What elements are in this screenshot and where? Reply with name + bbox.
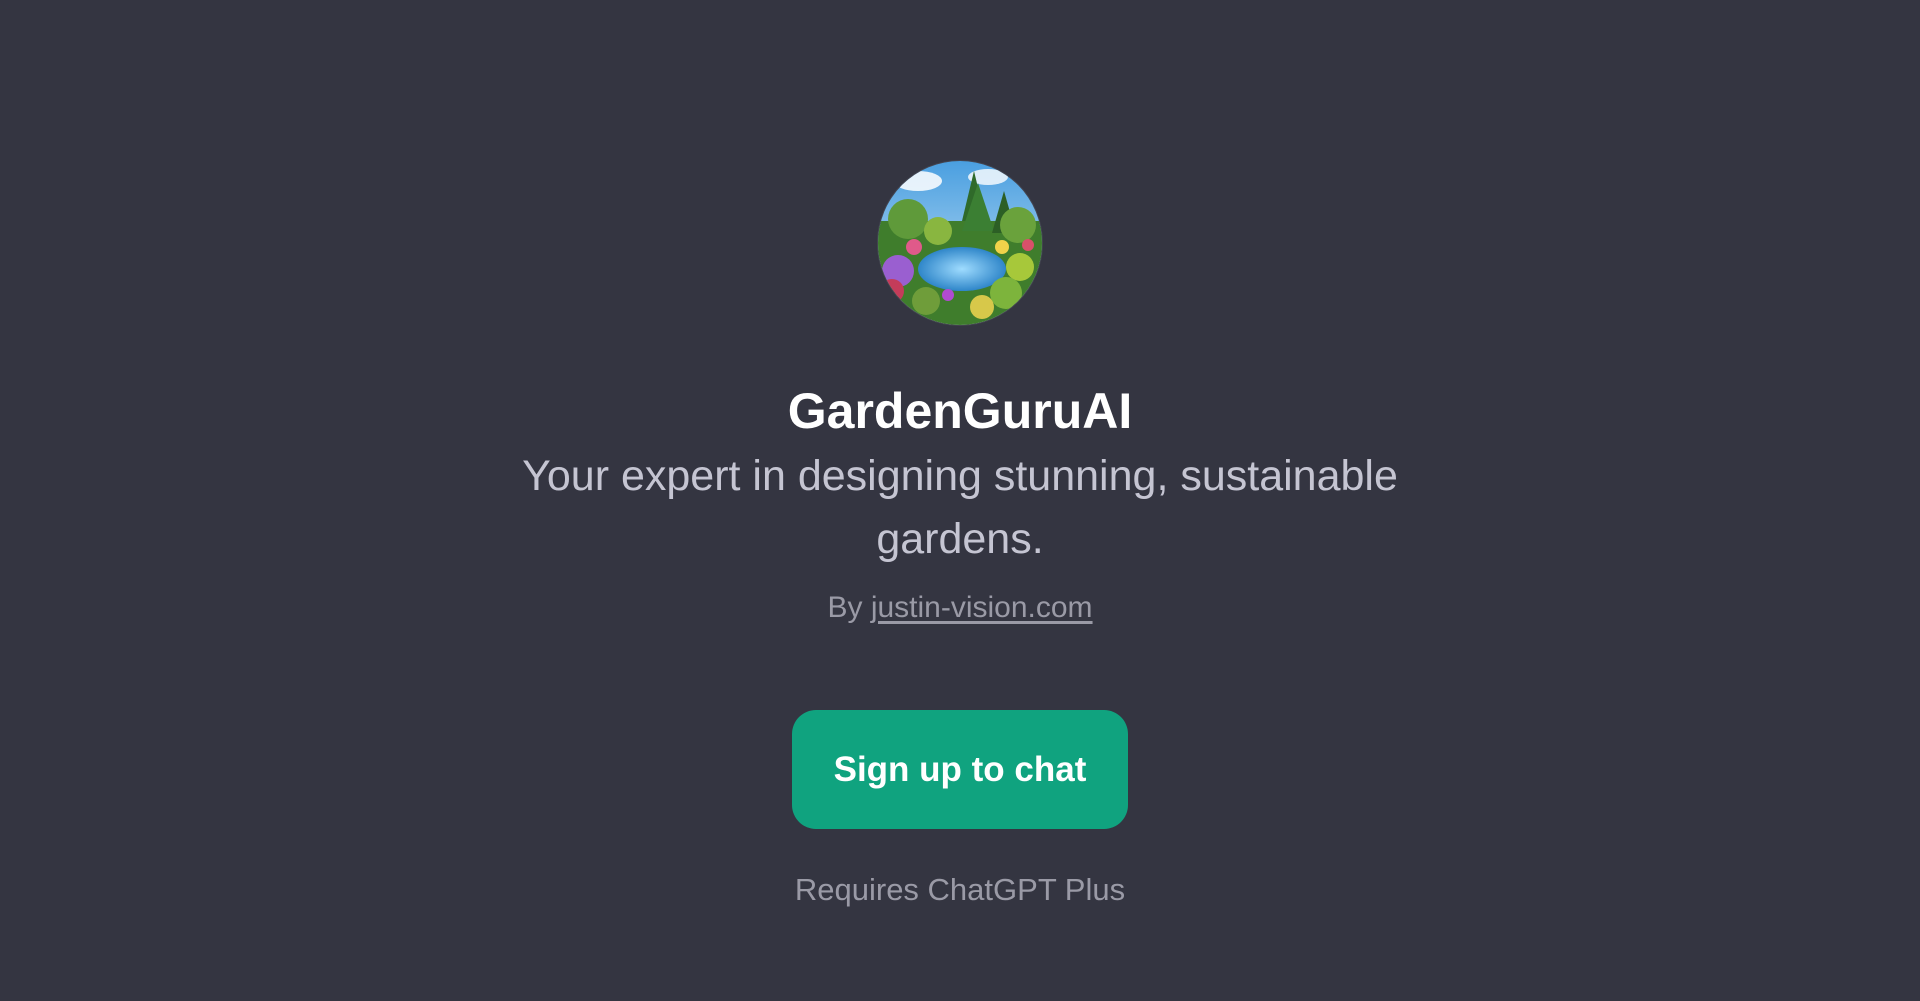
gpt-title: GardenGuruAI bbox=[787, 383, 1133, 439]
signup-button[interactable]: Sign up to chat bbox=[792, 710, 1128, 829]
author-prefix: By bbox=[827, 591, 863, 624]
garden-pond-icon bbox=[878, 161, 1042, 325]
author-link[interactable]: justin-vision.com bbox=[871, 591, 1093, 624]
gpt-landing-page: GardenGuruAI Your expert in designing st… bbox=[0, 0, 1920, 1001]
plus-requirement-note: Requires ChatGPT Plus bbox=[794, 872, 1126, 907]
author-line: By justin-vision.com bbox=[0, 588, 1920, 628]
gpt-description: Your expert in designing stunning, susta… bbox=[522, 452, 1398, 563]
